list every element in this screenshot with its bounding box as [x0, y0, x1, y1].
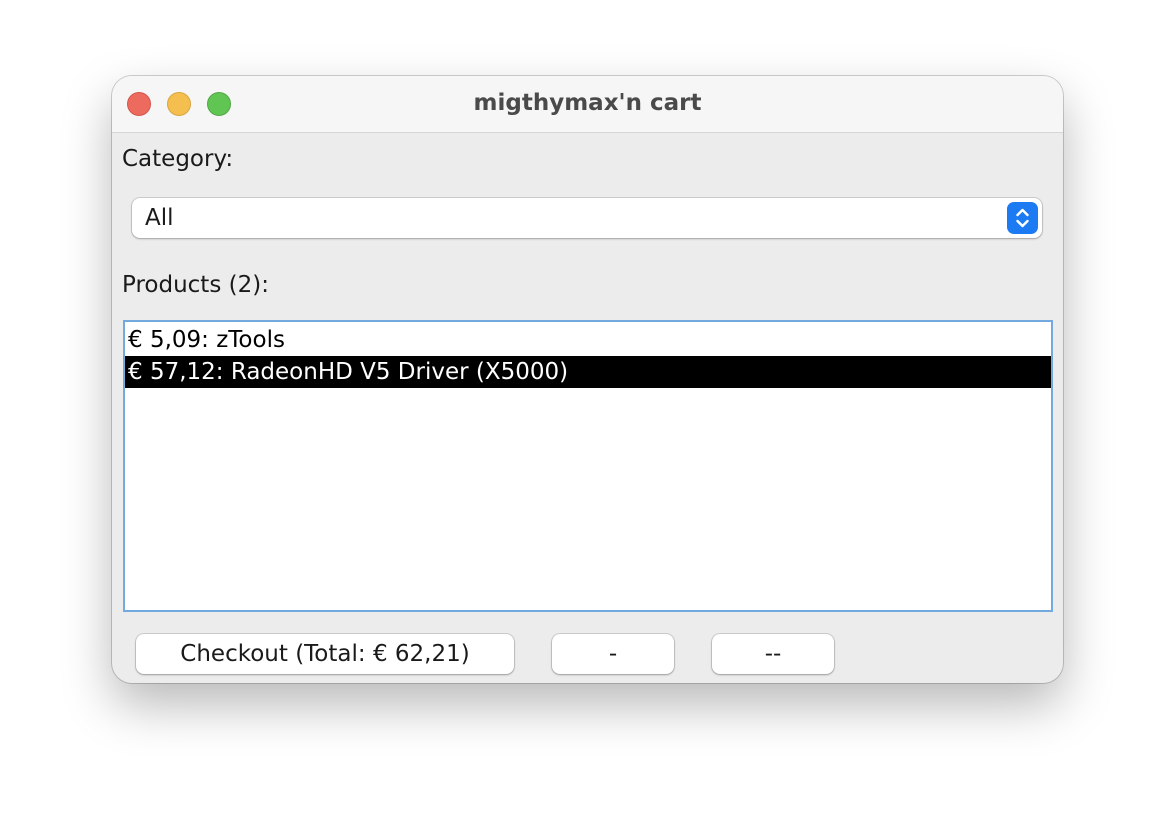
products-label: Products (2):	[122, 272, 269, 298]
window-title: migthymax'n cart	[473, 90, 702, 116]
category-select[interactable]: All	[132, 198, 1042, 238]
checkout-button[interactable]: Checkout (Total: € 62,21)	[136, 634, 514, 674]
category-label: Category:	[122, 146, 234, 172]
list-item[interactable]: € 5,09: zTools	[125, 324, 1051, 356]
remove-all-button[interactable]: --	[712, 634, 834, 674]
title-bar[interactable]: migthymax'n cart	[112, 76, 1063, 133]
app-window: migthymax'n cart Category: All Products …	[112, 76, 1063, 683]
products-list[interactable]: € 5,09: zTools € 57,12: RadeonHD V5 Driv…	[123, 320, 1053, 612]
category-selected-value: All	[145, 205, 174, 231]
remove-item-button[interactable]: -	[552, 634, 674, 674]
up-down-chevron-icon[interactable]	[1007, 202, 1038, 234]
list-item-selected[interactable]: € 57,12: RadeonHD V5 Driver (X5000)	[125, 356, 1051, 388]
